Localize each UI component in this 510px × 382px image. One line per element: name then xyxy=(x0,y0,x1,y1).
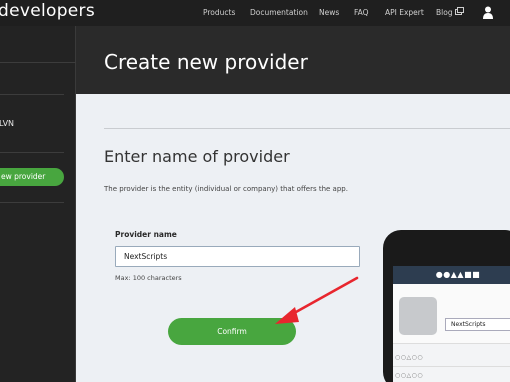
phone-app-bar: ●●▲▲■■ xyxy=(393,266,510,284)
phone-list-item: ○○△○○ xyxy=(395,372,424,379)
page-header: Create new provider xyxy=(76,26,510,94)
nav-api-expert[interactable]: API Expert xyxy=(385,8,424,17)
sidebar-divider xyxy=(0,62,76,63)
main-content: Enter name of provider The provider is t… xyxy=(76,94,510,382)
brand-logo[interactable]: developers xyxy=(0,1,95,21)
page-title: Create new provider xyxy=(104,50,308,74)
sidebar: LVN ew provider xyxy=(0,26,76,382)
sidebar-divider xyxy=(0,152,64,153)
nav-documentation[interactable]: Documentation xyxy=(250,8,308,17)
phone-screen: ●●▲▲■■ NextScripts ○○△○○ ○○△○○ xyxy=(393,266,510,382)
sidebar-account-name: LVN xyxy=(0,119,15,128)
phone-divider xyxy=(393,366,510,367)
top-navigation-bar: developers Products Documentation News F… xyxy=(0,0,510,26)
nav-blog[interactable]: Blog xyxy=(436,8,453,17)
section-title: Enter name of provider xyxy=(104,147,290,166)
nav-products[interactable]: Products xyxy=(203,8,235,17)
provider-name-input[interactable] xyxy=(115,246,360,267)
sidebar-divider xyxy=(0,94,64,95)
provider-name-hint: Max: 100 characters xyxy=(115,274,182,282)
phone-list-item: ○○△○○ xyxy=(395,354,424,361)
section-description: The provider is the entity (individual o… xyxy=(104,185,348,193)
avatar-placeholder xyxy=(399,297,437,335)
external-link-icon xyxy=(455,7,464,15)
sidebar-divider xyxy=(0,202,64,203)
nav-news[interactable]: News xyxy=(319,8,339,17)
phone-provider-card: NextScripts xyxy=(393,284,510,344)
sidebar-item-new-provider[interactable]: ew provider xyxy=(0,168,64,186)
user-icon[interactable] xyxy=(483,6,493,19)
phone-provider-name: NextScripts xyxy=(445,318,510,331)
section-divider xyxy=(104,128,510,129)
nav-faq[interactable]: FAQ xyxy=(354,8,369,17)
phone-preview: ●●▲▲■■ NextScripts ○○△○○ ○○△○○ xyxy=(383,230,510,382)
provider-name-label: Provider name xyxy=(115,230,177,239)
red-arrow-annotation xyxy=(275,276,359,324)
